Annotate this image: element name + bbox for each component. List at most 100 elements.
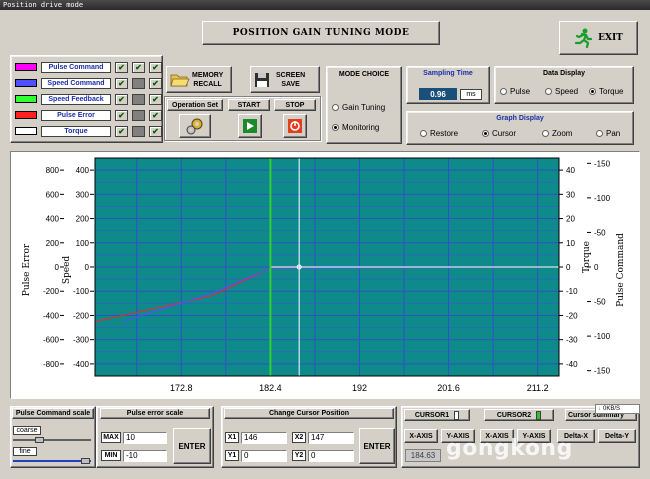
speed-tick-label: 400 [76,166,90,175]
speed-axis-title: Speed [62,256,72,285]
radio-speed-label: Speed [555,87,579,96]
mode-title-banner: POSITION GAIN TUNING MODE [202,21,440,45]
legend-axis-checkbox[interactable] [132,125,145,137]
legend-color-swatch[interactable] [15,111,37,119]
pulse-error-enter-button[interactable]: ENTER [173,428,211,464]
fine-slider[interactable] [13,458,91,464]
coarse-slider-thumb[interactable] [35,437,44,443]
legend-visible-checkbox[interactable]: ✔ [115,109,128,121]
start-header: START [228,99,270,111]
radio-restore[interactable]: Restore [420,129,458,138]
legend-visible-checkbox[interactable]: ✔ [115,61,128,73]
legend-label: Pulse Error [41,109,111,121]
radio-gain-tuning[interactable]: Gain Tuning [332,103,385,112]
legend-scale-checkbox[interactable]: ✔ [149,125,162,137]
cursor-readout: 184.63 [405,449,441,462]
radio-circle [596,130,603,138]
speed-tick-label: -400 [73,360,90,369]
y1-input[interactable]: 0 [241,450,287,462]
legend-scale-checkbox[interactable]: ✔ [149,93,162,105]
pulse-error-tick-label: -600 [43,336,60,345]
legend-axis-checkbox[interactable]: ✔ [132,61,145,73]
legend-color-swatch[interactable] [15,95,37,103]
radio-pulse[interactable]: Pulse [500,87,530,96]
radio-circle [545,88,552,96]
radio-circle [589,88,596,96]
window-title: Position drive mode [0,0,650,10]
radio-cursor-label: Cursor [492,129,517,138]
radio-circle [420,130,427,138]
start-button[interactable] [238,114,262,138]
cursor2-label: CURSOR2 [496,411,532,419]
sampling-time-value[interactable]: 0.96 [419,88,457,100]
cursor2-button[interactable]: CURSOR2 [484,409,554,421]
x2-input[interactable]: 147 [308,432,354,444]
torque-axis-title: Torque [582,241,592,273]
radio-pan[interactable]: Pan [596,129,620,138]
coarse-slider[interactable] [13,437,91,443]
torque-tick-label: -20 [566,311,578,320]
radio-monitoring[interactable]: Monitoring [332,123,379,132]
legend-scale-checkbox[interactable]: ✔ [149,61,162,73]
play-icon [243,119,257,133]
radio-zoom-label: Zoom [552,129,573,138]
coarse-slider-track [13,439,91,441]
x-axis-button-1[interactable]: X-AXIS [404,429,438,443]
legend-visible-checkbox[interactable]: ✔ [115,93,128,105]
legend-axis-checkbox[interactable] [132,77,145,89]
min-input[interactable]: -10 [123,450,167,462]
legend-scale-checkbox[interactable]: ✔ [149,77,162,89]
x-tick-label: 201.6 [437,383,460,393]
radio-pan-label: Pan [606,129,621,138]
operation-set-header: Operation Set [167,99,223,111]
legend-panel: Pulse Command ✔ ✔ ✔ Speed Command ✔ ✔ Speed Fee… [10,55,163,143]
legend-visible-checkbox[interactable]: ✔ [115,77,128,89]
delta-y-button[interactable]: Delta-Y [598,429,636,443]
stop-icon [288,119,302,133]
legend-axis-checkbox[interactable] [132,93,145,105]
radio-circle [332,104,339,112]
radio-restore-label: Restore [430,129,459,138]
running-man-icon [575,28,593,48]
y2-input[interactable]: 0 [308,450,354,462]
y2-label: Y2 [292,450,306,461]
screen-save-label: SCREEN SAVE [276,71,306,88]
screen-save-button[interactable]: SCREEN SAVE [250,66,320,93]
legend-axis-checkbox[interactable] [132,109,145,121]
legend-visible-checkbox[interactable]: ✔ [115,125,128,137]
exit-button[interactable]: EXIT [559,21,638,55]
radio-torque[interactable]: Torque [589,87,623,96]
legend-scale-checkbox[interactable]: ✔ [149,109,162,121]
radio-torque-label: Torque [599,87,624,96]
radio-speed[interactable]: Speed [545,87,578,96]
radio-cursor[interactable]: Cursor [482,129,516,138]
pulse-command-tick-label: -150 [594,367,611,376]
radio-gain-tuning-label: Gain Tuning [342,103,386,112]
max-input[interactable]: 10 [123,432,167,444]
legend-color-swatch[interactable] [15,63,37,71]
legend-label: Torque [41,125,111,137]
speed-tick-label: -100 [73,287,90,296]
pulse-error-tick-label: 400 [46,215,60,224]
fine-label: fine [13,447,37,456]
pulse-error-tick-label: 800 [46,166,60,175]
torque-tick-label: 10 [566,239,575,248]
fine-slider-thumb[interactable] [81,458,90,464]
torque-tick-label: 30 [566,190,575,199]
memory-recall-button[interactable]: MEMORY RECALL [166,66,232,93]
x-tick-label: 211.2 [527,383,549,393]
operation-set-button[interactable] [179,114,211,138]
stop-button[interactable] [283,114,307,138]
legend-color-swatch[interactable] [15,79,37,87]
pulse-error-tick-label: 0 [55,263,60,272]
gears-icon [186,118,203,135]
legend-label: Speed Feedback [41,93,111,105]
waveform-chart[interactable]: 172.8 182.4 192 201.6 211.2800 400600 300400 20… [11,152,639,398]
cursor-enter-button[interactable]: ENTER [359,428,395,464]
x1-input[interactable]: 146 [241,432,287,444]
change-cursor-title: Change Cursor Position [224,408,394,419]
pulse-command-tick-label: -100 [594,194,611,203]
cursor1-button[interactable]: CURSOR1 [404,409,470,421]
legend-color-swatch[interactable] [15,127,37,135]
radio-zoom[interactable]: Zoom [542,129,572,138]
